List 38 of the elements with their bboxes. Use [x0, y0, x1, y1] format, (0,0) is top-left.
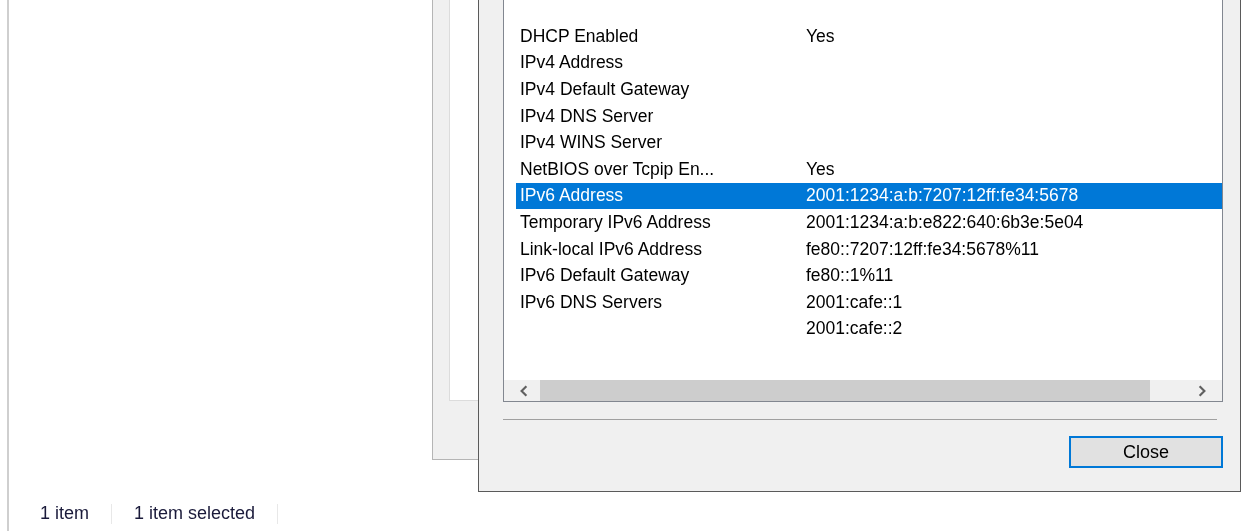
list-row[interactable]: IPv6 DNS Servers 2001:cafe::1 — [516, 288, 1222, 316]
list-row[interactable]: IPv4 WINS Server — [516, 129, 1222, 156]
property-name: IPv4 DNS Server — [520, 105, 654, 126]
property-name: NetBIOS over Tcpip En... — [520, 158, 715, 179]
scroll-left-icon[interactable] — [518, 384, 530, 397]
list-row[interactable]: IPv6 Address 2001:1234:a:b:7207:12ff:fe34:5678 — [516, 182, 1222, 210]
property-name: DHCP Enabled — [520, 25, 639, 46]
list-row[interactable]: NetBIOS over Tcpip En... Yes — [516, 155, 1222, 183]
property-value: 2001:cafe::1 — [806, 291, 903, 313]
property-value: Yes — [806, 25, 835, 47]
property-value: Yes — [806, 158, 835, 180]
property-name: IPv6 DNS Servers — [520, 291, 662, 312]
property-value: fe80::7207:12ff:fe34:5678%11 — [806, 238, 1039, 260]
property-name: IPv4 Address — [520, 52, 624, 73]
close-button[interactable]: Close — [1069, 436, 1223, 468]
list-row[interactable]: IPv4 DNS Server — [516, 102, 1222, 130]
scroll-right-icon[interactable] — [1196, 384, 1208, 397]
property-value: fe80::1%11 — [806, 265, 894, 287]
list-row[interactable]: 2001:cafe::2 — [516, 315, 1222, 343]
item-count: 1 item — [40, 503, 90, 524]
list-row[interactable]: IPv4 Default Gateway — [516, 76, 1222, 103]
property-name: IPv4 Default Gateway — [520, 79, 690, 99]
selection-count: 1 item selected — [134, 503, 256, 524]
property-name: Link-local IPv6 Address — [520, 238, 702, 259]
list-row[interactable]: DHCP Enabled Yes — [516, 23, 1222, 50]
scrollbar-thumb[interactable] — [540, 380, 1150, 401]
property-name: Temporary IPv6 Address — [520, 211, 711, 232]
property-value: 2001:1234:a:b:e822:640:6b3e:5e04 — [806, 211, 1084, 233]
list-row[interactable]: IPv4 Address — [516, 49, 1222, 77]
property-value: 2001:cafe::2 — [806, 318, 903, 340]
property-name: IPv6 Address — [520, 185, 624, 206]
property-name: IPv6 Default Gateway — [520, 265, 690, 286]
list-row[interactable]: IPv6 Default Gateway fe80::1%11 — [516, 262, 1222, 289]
horizontal-scrollbar[interactable] — [504, 380, 1222, 401]
list-row[interactable]: Temporary IPv6 Address 2001:1234:a:b:e822:640:6b3e:5e04 — [516, 209, 1222, 236]
list-row[interactable]: Link-local IPv6 Address fe80::7207:12ff:fe34:5678%11 — [516, 235, 1222, 263]
property-value: 2001:1234:a:b:7207:12ff:fe34:5678 — [806, 185, 1079, 207]
property-name: IPv4 WINS Server — [520, 132, 662, 153]
